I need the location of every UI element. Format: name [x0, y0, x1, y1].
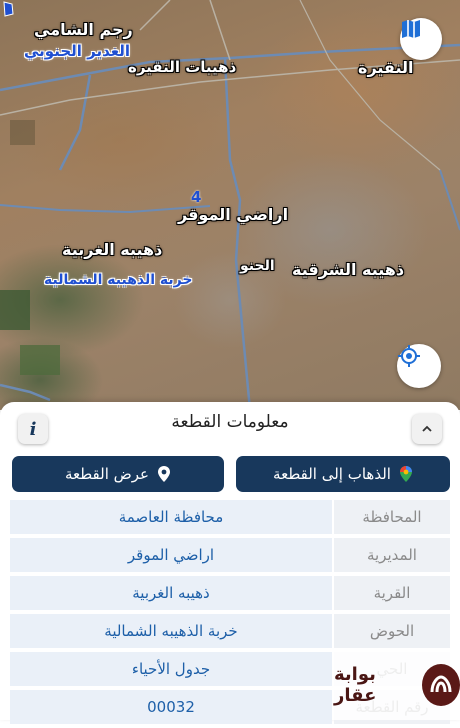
panel-title: معلومات القطعة — [171, 412, 289, 432]
map-label-naqira: النقيرة — [358, 58, 414, 77]
row-value-plot-number: 00032 — [10, 690, 332, 724]
show-plot-label: عرض القطعة — [64, 465, 150, 483]
road-line — [139, 0, 171, 31]
brand-watermark: بوابة عقار — [334, 650, 460, 720]
row-value-governorate: محافظة العاصمة — [10, 500, 332, 534]
plot-number: 4 — [191, 188, 202, 206]
show-plot-button[interactable]: عرض القطعة — [12, 456, 224, 492]
plot-marker[interactable] — [0, 0, 16, 18]
go-to-plot-label: الذهاب إلى القطعة — [273, 465, 391, 483]
row-key-basin: الحوض — [334, 614, 450, 648]
row-value-neighborhood: جدول الأحياء — [10, 652, 332, 686]
field-patch — [0, 290, 30, 330]
row-value-village: ذهيبه الغربية — [10, 576, 332, 610]
map-label-khirbet: خربة الذهيبه الشمالية — [44, 272, 193, 288]
map-label-aradi: اراضي الموقر — [178, 205, 289, 224]
row-key-directorate: المديرية — [334, 538, 450, 572]
row-value-basin: خربة الذهيبه الشمالية — [10, 614, 332, 648]
table-row: محافظة العاصمة المحافظة — [10, 500, 450, 534]
map-label-alghadeer: الغدير الجنوبي — [24, 42, 131, 60]
row-value-directorate: اراضي الموقر — [10, 538, 332, 572]
field-patch — [10, 120, 35, 145]
row-key-governorate: المحافظة — [334, 500, 450, 534]
location-pin-icon — [158, 466, 171, 482]
logo-icon — [421, 664, 460, 706]
boundary-line — [0, 383, 51, 402]
map-label-thuheibat: ذهيبات النقيره — [128, 58, 237, 76]
road-line — [209, 0, 231, 61]
field-patch — [20, 345, 60, 375]
brand-name: بوابة عقار — [334, 664, 377, 706]
map-label-thuheiba-west: ذهيبه الغربية — [62, 240, 163, 259]
table-row: اراضي الموقر المديرية — [10, 538, 450, 572]
go-to-plot-button[interactable]: الذهاب إلى القطعة — [236, 456, 450, 492]
map-label-rujm-alshami: رجم الشامي — [34, 20, 133, 39]
plot-info-panel: i معلومات القطعة عرض القطعة الذهاب إلى ا… — [0, 402, 460, 724]
map-icon — [402, 20, 420, 38]
row-key-village: القرية — [334, 576, 450, 610]
collapse-button[interactable] — [412, 414, 442, 444]
map-label-thuheiba-east: ذهيبه الشرقية — [292, 260, 405, 279]
locate-icon — [398, 345, 420, 367]
boundary-line — [58, 74, 92, 171]
boundary-line — [223, 57, 252, 410]
boundary-line — [439, 169, 460, 231]
table-row: خربة الذهيبه الشمالية الحوض — [10, 614, 450, 648]
map-label-hanu: الحنو — [240, 258, 275, 274]
locate-button[interactable] — [397, 344, 441, 388]
table-row: ذهيبه الغربية القرية — [10, 576, 450, 610]
map-view[interactable]: رجم الشامي الغدير الجنوبي ذهيبات النقيره… — [0, 0, 460, 410]
chevron-up-icon — [422, 425, 432, 432]
map-view-button[interactable] — [400, 18, 442, 60]
panel-header: i معلومات القطعة — [0, 402, 460, 450]
google-maps-icon — [399, 466, 412, 482]
